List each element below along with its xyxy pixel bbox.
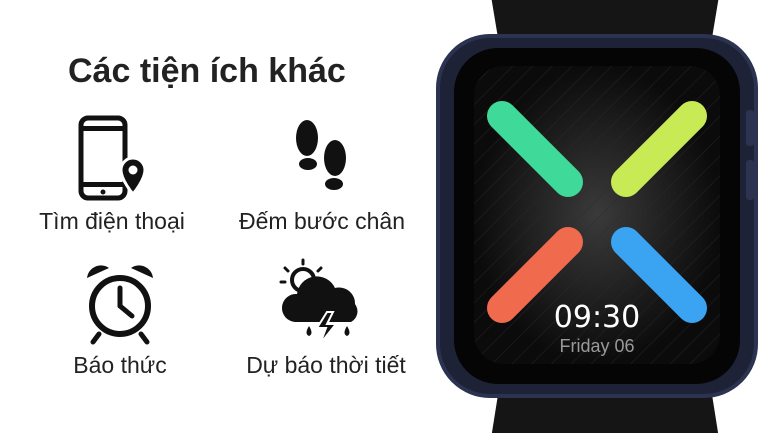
page-title: Các tiện ích khác xyxy=(68,52,346,90)
feature-label: Dự báo thời tiết xyxy=(246,352,406,378)
feature-label: Đếm bước chân xyxy=(239,208,405,234)
watch-crown xyxy=(746,160,754,200)
watch-button xyxy=(746,110,754,146)
feature-step-counter: Đếm bước chân xyxy=(222,112,422,235)
footsteps-icon xyxy=(296,120,346,190)
alarm-clock-icon xyxy=(87,265,153,345)
phone-location-icon xyxy=(78,115,147,201)
feature-alarm: Báo thức xyxy=(20,256,220,379)
feature-label: Tìm điện thoại xyxy=(39,208,185,234)
watch-date: Friday 06 xyxy=(559,336,634,356)
feature-find-phone: Tìm điện thoại xyxy=(12,112,212,235)
watch-time: 09:30 xyxy=(554,300,640,335)
feature-label: Báo thức xyxy=(73,352,167,378)
smartwatch-image: 09:30 Friday 06 xyxy=(436,0,758,433)
feature-weather: Dự báo thời tiết xyxy=(226,256,426,379)
weather-storm-icon xyxy=(279,258,358,345)
